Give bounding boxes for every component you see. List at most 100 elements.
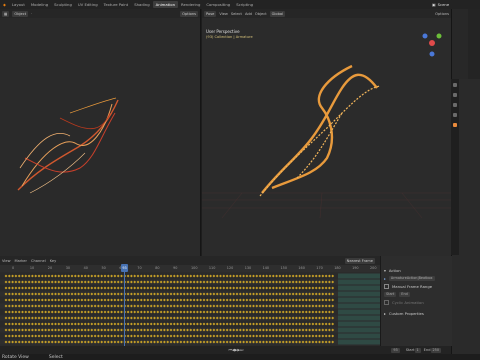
ruler-tick: 110 bbox=[208, 266, 216, 270]
cyclic-row[interactable]: Cyclic Animation bbox=[381, 298, 452, 306]
ruler-tick: 80 bbox=[155, 266, 160, 270]
scene-name: Scene bbox=[437, 2, 450, 7]
current-frame-field[interactable]: 93 bbox=[391, 347, 400, 353]
workspace-bar: ◆ Layout Modeling Sculpting UV Editing T… bbox=[0, 0, 480, 9]
blender-menu-icon[interactable]: ◆ bbox=[0, 1, 9, 8]
keyframe-grid[interactable] bbox=[0, 272, 380, 346]
tab-uv-editing[interactable]: UV Editing bbox=[75, 1, 101, 8]
object-props-icon[interactable] bbox=[453, 123, 457, 127]
tab-layout[interactable]: Layout bbox=[9, 1, 28, 8]
scene-icon: ▣ bbox=[432, 2, 436, 7]
ruler-tick: 150 bbox=[280, 266, 287, 270]
ruler-tick: 20 bbox=[47, 266, 53, 270]
tab-scripting[interactable]: Scripting bbox=[233, 1, 256, 8]
ds-menu-view[interactable]: View bbox=[2, 259, 11, 263]
dopesheet-channels[interactable] bbox=[0, 272, 380, 346]
current-frame-indicator[interactable]: 93 bbox=[121, 264, 128, 272]
ruler-tick: 70 bbox=[137, 266, 142, 270]
range-highlight bbox=[338, 309, 380, 315]
right-options-button[interactable]: Options bbox=[435, 12, 449, 16]
properties-tabs bbox=[451, 79, 459, 255]
jump-end-icon[interactable]: ⏭ bbox=[240, 348, 243, 352]
ruler-tick: 190 bbox=[352, 266, 359, 270]
status-rotate: Rotate View bbox=[2, 354, 29, 360]
action-name-row: ▸ ArmatureAction|Beatbox bbox=[381, 274, 452, 282]
tab-modeling[interactable]: Modeling bbox=[28, 1, 51, 8]
action-section[interactable]: ▾ Action bbox=[381, 266, 452, 274]
left-viewport[interactable]: ▦ Object · Options bbox=[0, 9, 201, 256]
tab-shading[interactable]: Shading bbox=[131, 1, 152, 8]
playback-bar: ⏮ ◀ ▶ ▶ ⏭ 93 Start 1 End 250 bbox=[0, 346, 451, 354]
ruler-tick: 0 bbox=[12, 266, 15, 270]
render-icon[interactable] bbox=[453, 93, 457, 97]
range-highlight bbox=[338, 291, 380, 297]
keying-popover[interactable]: Nearest Frame bbox=[344, 257, 375, 264]
range-highlight bbox=[338, 321, 380, 327]
tab-rendering[interactable]: Rendering bbox=[178, 1, 203, 8]
scene-props-icon[interactable] bbox=[453, 113, 457, 117]
ruler-tick: 130 bbox=[244, 266, 252, 270]
tab-animation[interactable]: Animation bbox=[152, 1, 178, 8]
outliner-side-strip bbox=[468, 9, 480, 79]
manual-range-row[interactable]: Manual Frame Range bbox=[381, 282, 452, 290]
custom-props-label: Custom Properties bbox=[388, 310, 424, 316]
end-label: End bbox=[423, 348, 431, 352]
output-icon[interactable] bbox=[453, 103, 457, 107]
right-helix-render bbox=[202, 64, 451, 219]
view-menu[interactable]: · bbox=[31, 12, 32, 16]
chevron-right-icon: ▸ bbox=[384, 310, 386, 316]
right-mode-select[interactable]: Pose bbox=[204, 10, 217, 17]
range-highlight bbox=[338, 315, 380, 321]
scene-selector[interactable]: ▣ Scene bbox=[432, 1, 449, 8]
ruler-tick: 200 bbox=[370, 266, 377, 270]
manual-range-checkbox[interactable] bbox=[384, 283, 389, 289]
tab-sculpting[interactable]: Sculpting bbox=[51, 1, 75, 8]
transform-orientation[interactable]: Global bbox=[269, 10, 286, 17]
chevron-down-icon: ▾ bbox=[384, 267, 386, 273]
editor-type-icon[interactable]: ▦ bbox=[2, 10, 10, 17]
range-highlight bbox=[338, 273, 380, 279]
end-frame-field[interactable]: 250 bbox=[430, 347, 441, 353]
tab-compositing[interactable]: Compositing bbox=[203, 1, 233, 8]
start-frame-field[interactable]: 1 bbox=[414, 347, 421, 353]
ruler-tick: 120 bbox=[226, 266, 234, 270]
range-highlight bbox=[338, 333, 380, 339]
tab-texture-paint[interactable]: Texture Paint bbox=[101, 1, 132, 8]
ruler-tick: 140 bbox=[262, 266, 270, 270]
action-icon: ▸ bbox=[384, 275, 386, 281]
ds-menu-marker[interactable]: Marker bbox=[15, 259, 27, 263]
action-name-field[interactable]: ArmatureAction|Beatbox bbox=[388, 275, 435, 281]
helix-left-strands bbox=[17, 97, 119, 194]
menu-select[interactable]: Select bbox=[231, 12, 242, 16]
ds-menu-key[interactable]: Key bbox=[50, 259, 57, 263]
ds-menu-channel[interactable]: Channel bbox=[31, 259, 46, 263]
ruler-tick: 30 bbox=[65, 266, 71, 270]
left-mode-select[interactable]: Object bbox=[12, 10, 29, 17]
status-bar: Rotate View Select bbox=[0, 354, 480, 360]
range-highlight bbox=[338, 297, 380, 303]
playhead-line bbox=[124, 272, 125, 346]
end-field[interactable]: End bbox=[399, 291, 410, 297]
range-highlight bbox=[338, 279, 380, 285]
frame-range-row: Start End bbox=[381, 290, 452, 298]
menu-add[interactable]: Add bbox=[245, 12, 252, 16]
custom-props-section[interactable]: ▸ Custom Properties bbox=[381, 309, 452, 317]
right-viewport[interactable]: Pose View Select Add Object Global Optio… bbox=[202, 9, 451, 256]
right-viewport-header: Pose View Select Add Object Global Optio… bbox=[202, 9, 451, 18]
menu-view[interactable]: View bbox=[219, 12, 228, 16]
timeline-ruler[interactable]: 0102030405060708090100110120130140150160… bbox=[0, 265, 380, 272]
left-options-button[interactable]: Options bbox=[180, 10, 198, 17]
cyclic-label: Cyclic Animation bbox=[392, 299, 424, 305]
ruler-tick: 160 bbox=[298, 266, 305, 270]
cyclic-checkbox[interactable] bbox=[384, 299, 389, 305]
ruler-tick: 10 bbox=[29, 266, 35, 270]
start-label: Start bbox=[405, 348, 415, 352]
ruler-tick: 50 bbox=[101, 266, 106, 270]
ruler-tick: 90 bbox=[173, 266, 178, 270]
menu-object[interactable]: Object bbox=[255, 12, 267, 16]
start-field[interactable]: Start bbox=[384, 291, 397, 297]
range-highlight bbox=[338, 327, 380, 333]
ruler-tick: 170 bbox=[316, 266, 323, 270]
outliner-panel[interactable] bbox=[451, 9, 469, 79]
tool-icon[interactable] bbox=[453, 83, 457, 87]
